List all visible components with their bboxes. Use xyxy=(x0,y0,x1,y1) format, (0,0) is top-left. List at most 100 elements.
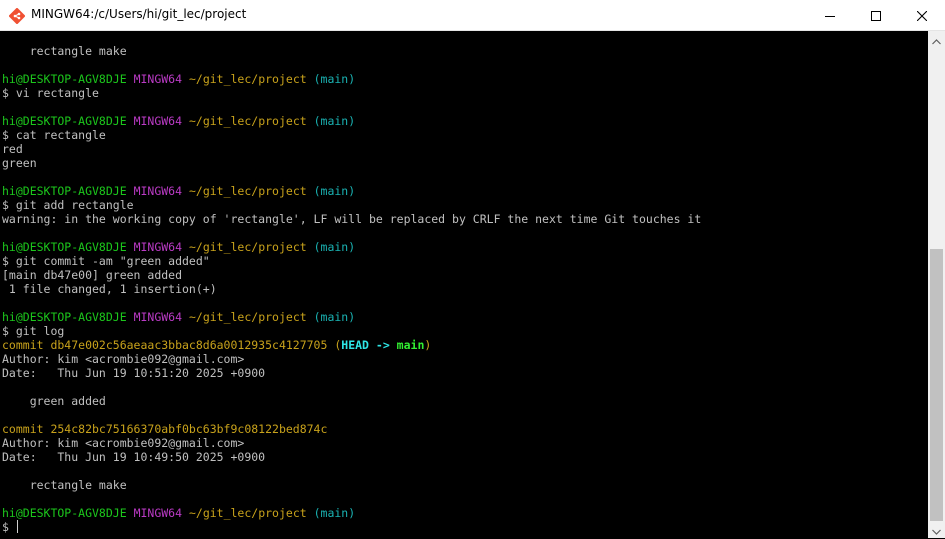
prompt-branch: (main) xyxy=(313,240,356,254)
prompt-line: hi@DESKTOP-AGV8DJE MINGW64 ~/git_lec/pro… xyxy=(2,240,701,254)
output-text: rectangle make xyxy=(2,478,127,492)
prompt-env: MINGW64 xyxy=(133,240,183,254)
prompt-env: MINGW64 xyxy=(133,114,183,128)
output-line: Author: kim <acrombie092@gmail.com> xyxy=(2,436,701,450)
prompt-line: hi@DESKTOP-AGV8DJE MINGW64 ~/git_lec/pro… xyxy=(2,184,701,198)
commit-hash: commit db47e002c56aeaac3bbac8d6a0012935c… xyxy=(2,338,328,352)
output-text: warning: in the working copy of 'rectang… xyxy=(2,212,702,226)
prompt-path: ~/git_lec/project xyxy=(188,72,307,86)
commit-line: commit 254c82bc75166370abf0bc63bf9c08122… xyxy=(2,422,701,436)
maximize-button[interactable] xyxy=(853,0,899,31)
prompt-path: ~/git_lec/project xyxy=(188,310,307,324)
output-line: warning: in the working copy of 'rectang… xyxy=(2,212,701,226)
output-text: $ cat rectangle xyxy=(2,128,106,142)
output-text: $ git commit -am "green added" xyxy=(2,254,210,268)
output-line: $ cat rectangle xyxy=(2,128,701,142)
output-line: 1 file changed, 1 insertion(+) xyxy=(2,282,701,296)
git-bash-icon xyxy=(8,7,26,25)
output-line: red xyxy=(2,142,701,156)
input-prompt-symbol: $ xyxy=(2,520,16,534)
prompt-branch: (main) xyxy=(313,184,356,198)
window-title: MINGW64:/c/Users/hi/git_lec/project xyxy=(31,7,247,21)
commit-line: commit db47e002c56aeaac3bbac8d6a0012935c… xyxy=(2,338,701,352)
chevron-down-icon xyxy=(932,520,941,539)
commit-decor-open: ( xyxy=(327,338,342,352)
close-icon xyxy=(917,10,927,21)
output-text: $ git log xyxy=(2,324,65,338)
output-text: Date: Thu Jun 19 10:49:50 2025 +0900 xyxy=(2,450,266,464)
minimize-icon xyxy=(825,11,835,21)
prompt-path: ~/git_lec/project xyxy=(188,506,307,520)
prompt-user-host: hi@DESKTOP-AGV8DJE xyxy=(2,72,127,86)
prompt-branch: (main) xyxy=(313,310,356,324)
chevron-up-icon xyxy=(932,30,941,49)
output-line: $ git commit -am "green added" xyxy=(2,254,701,268)
output-line: Date: Thu Jun 19 10:51:20 2025 +0900 xyxy=(2,366,701,380)
output-text: Author: kim <acrombie092@gmail.com> xyxy=(2,436,245,450)
output-line: [main db47e00] green added xyxy=(2,268,701,282)
prompt-line: hi@DESKTOP-AGV8DJE MINGW64 ~/git_lec/pro… xyxy=(2,114,701,128)
close-button[interactable] xyxy=(899,0,945,31)
output-text: 1 file changed, 1 insertion(+) xyxy=(2,282,217,296)
commit-hash: commit 254c82bc75166370abf0bc63bf9c08122… xyxy=(2,422,328,436)
output-line: $ git log xyxy=(2,324,701,338)
output-line: $ git add rectangle xyxy=(2,198,701,212)
minimize-button[interactable] xyxy=(807,0,853,31)
prompt-env: MINGW64 xyxy=(133,506,183,520)
output-text: [main db47e00] green added xyxy=(2,268,183,282)
output-text: red xyxy=(2,142,23,156)
prompt-branch: (main) xyxy=(313,506,356,520)
prompt-user-host: hi@DESKTOP-AGV8DJE xyxy=(2,240,127,254)
terminal-lines: rectangle make hi@DESKTOP-AGV8DJE MINGW64… xyxy=(2,44,701,534)
commit-decor-close: ) xyxy=(424,338,432,352)
prompt-branch: (main) xyxy=(313,114,356,128)
vertical-scrollbar[interactable] xyxy=(928,31,945,538)
prompt-line: hi@DESKTOP-AGV8DJE MINGW64 ~/git_lec/pro… xyxy=(2,72,701,86)
scroll-up-button[interactable] xyxy=(928,31,945,48)
commit-head-ref: HEAD -> xyxy=(341,338,397,352)
output-line: rectangle make xyxy=(2,44,701,58)
prompt-path: ~/git_lec/project xyxy=(188,114,307,128)
maximize-icon xyxy=(871,10,881,21)
input-line: $ xyxy=(2,520,701,534)
output-line: green added xyxy=(2,394,701,408)
prompt-env: MINGW64 xyxy=(133,310,183,324)
output-line: rectangle make xyxy=(2,478,701,492)
output-text: $ vi rectangle xyxy=(2,86,99,100)
commit-branch-ref: main xyxy=(396,338,425,352)
scrollbar-thumb[interactable] xyxy=(930,249,943,521)
title-bar[interactable]: MINGW64:/c/Users/hi/git_lec/project xyxy=(0,0,945,31)
prompt-line: hi@DESKTOP-AGV8DJE MINGW64 ~/git_lec/pro… xyxy=(2,506,701,520)
prompt-branch: (main) xyxy=(313,72,356,86)
terminal-output[interactable]: rectangle make hi@DESKTOP-AGV8DJE MINGW64… xyxy=(0,31,928,538)
output-text: Date: Thu Jun 19 10:51:20 2025 +0900 xyxy=(2,366,266,380)
prompt-path: ~/git_lec/project xyxy=(188,184,307,198)
output-line: $ vi rectangle xyxy=(2,86,701,100)
output-text: green xyxy=(2,156,37,170)
prompt-path: ~/git_lec/project xyxy=(188,240,307,254)
prompt-user-host: hi@DESKTOP-AGV8DJE xyxy=(2,506,127,520)
prompt-env: MINGW64 xyxy=(133,184,183,198)
output-line: Date: Thu Jun 19 10:49:50 2025 +0900 xyxy=(2,450,701,464)
output-text: rectangle make xyxy=(2,44,127,58)
output-text: $ git add rectangle xyxy=(2,198,134,212)
prompt-env: MINGW64 xyxy=(133,72,183,86)
output-text: Author: kim <acrombie092@gmail.com> xyxy=(2,352,245,366)
output-line: green xyxy=(2,156,701,170)
scroll-down-button[interactable] xyxy=(928,521,945,538)
prompt-line: hi@DESKTOP-AGV8DJE MINGW64 ~/git_lec/pro… xyxy=(2,310,701,324)
output-line: Author: kim <acrombie092@gmail.com> xyxy=(2,352,701,366)
prompt-user-host: hi@DESKTOP-AGV8DJE xyxy=(2,184,127,198)
prompt-user-host: hi@DESKTOP-AGV8DJE xyxy=(2,114,127,128)
output-text: green added xyxy=(2,394,106,408)
text-cursor[interactable] xyxy=(16,520,18,533)
